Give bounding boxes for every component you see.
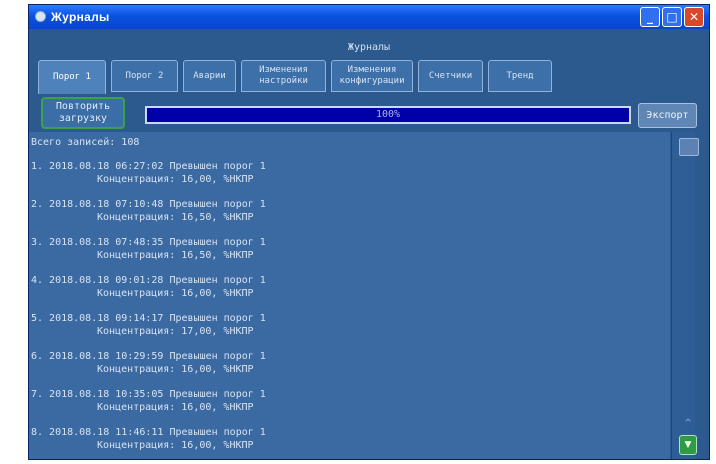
tab-label: Тренд — [506, 70, 534, 81]
entry-detail: Концентрация: 16,00, %НКПР — [97, 440, 254, 451]
tab-label: Изменения настройки — [259, 65, 308, 86]
progress-text: 100% — [375, 109, 401, 120]
entry-detail: Концентрация: 16,00, %НКПР — [97, 288, 254, 299]
entry-header: 7. 2018.08.18 10:35:05 Превышен порог 1 — [31, 389, 266, 400]
entry-detail: Концентрация: 16,00, %НКПР — [97, 364, 254, 375]
entry-header: 1. 2018.08.18 06:27:02 Превышен порог 1 — [31, 161, 266, 172]
app-icon — [35, 11, 46, 22]
entry-detail: Концентрация: 16,50, %НКПР — [97, 212, 254, 223]
list-item: 2. 2018.08.18 07:10:48 Превышен порог 1 … — [31, 198, 266, 224]
entry-header: 4. 2018.08.18 09:01:28 Превышен порог 1 — [31, 275, 266, 286]
entry-detail: Концентрация: 16,00, %НКПР — [97, 174, 254, 185]
maximize-icon: □ — [666, 10, 678, 24]
page-title: Журналы — [347, 42, 391, 53]
export-button[interactable]: Экспорт — [638, 103, 697, 128]
entry-header: 6. 2018.08.18 10:29:59 Превышен порог 1 — [31, 351, 266, 362]
tab-threshold-1[interactable]: Порог 1 — [38, 60, 106, 94]
scroll-down-button[interactable]: ▼ — [679, 435, 697, 455]
minimize-icon: _ — [647, 10, 653, 24]
journals-window: Журналы _ □ ✕ Журналы Порог 1 Порог 2 Ав… — [28, 4, 710, 460]
window-title: Журналы — [51, 10, 110, 24]
list-item: 6. 2018.08.18 10:29:59 Превышен порог 1 … — [31, 350, 266, 376]
scroll-arrow-icon[interactable]: ^ — [679, 417, 697, 431]
scroll-up-button[interactable] — [679, 138, 699, 156]
tab-label: Изменения конфигурации — [339, 65, 405, 86]
tab-alarms[interactable]: Аварии — [183, 60, 236, 92]
tab-label: Счетчики — [428, 70, 473, 81]
scroll-down-icon: ▼ — [684, 440, 692, 450]
list-item: 3. 2018.08.18 07:48:35 Превышен порог 1 … — [31, 236, 266, 262]
tab-label: Порог 2 — [125, 70, 164, 81]
title-bar[interactable]: Журналы _ □ ✕ — [29, 5, 709, 29]
list-item: 1. 2018.08.18 06:27:02 Превышен порог 1 … — [31, 160, 266, 186]
tab-label: Порог 1 — [53, 71, 91, 82]
entry-detail: Концентрация: 17,00, %НКПР — [97, 326, 254, 337]
tab-counters[interactable]: Счетчики — [418, 60, 483, 92]
log-list[interactable]: Всего записей: 108 1. 2018.08.18 06:27:0… — [29, 132, 670, 459]
scrollbar-track[interactable] — [671, 132, 695, 459]
close-button[interactable]: ✕ — [684, 7, 704, 27]
entry-header: 3. 2018.08.18 07:48:35 Превышен порог 1 — [31, 237, 266, 248]
entry-detail: Концентрация: 16,00, %НКПР — [97, 402, 254, 413]
list-item: 4. 2018.08.18 09:01:28 Превышен порог 1 … — [31, 274, 266, 300]
tab-settings-changes[interactable]: Изменения настройки — [241, 60, 326, 92]
repeat-download-button[interactable]: Повторить загрузку — [41, 97, 125, 129]
tab-threshold-2[interactable]: Порог 2 — [111, 60, 178, 92]
entry-header: 8. 2018.08.18 11:46:11 Превышен порог 1 — [31, 427, 266, 438]
entry-header: 5. 2018.08.18 09:14:17 Превышен порог 1 — [31, 313, 266, 324]
list-item: 5. 2018.08.18 09:14:17 Превышен порог 1 … — [31, 312, 266, 338]
list-item: 8. 2018.08.18 11:46:11 Превышен порог 1 … — [31, 426, 266, 452]
entry-detail: Концентрация: 16,50, %НКПР — [97, 250, 254, 261]
list-item: 7. 2018.08.18 10:35:05 Превышен порог 1 … — [31, 388, 266, 414]
download-progress-bar: 100% — [145, 106, 631, 124]
minimize-button[interactable]: _ — [640, 7, 660, 27]
record-count: Всего записей: 108 — [31, 137, 140, 148]
tab-label: Аварии — [193, 70, 226, 81]
maximize-button[interactable]: □ — [662, 7, 682, 27]
entry-header: 2. 2018.08.18 07:10:48 Превышен порог 1 — [31, 199, 266, 210]
tab-trend[interactable]: Тренд — [488, 60, 552, 92]
tab-config-changes[interactable]: Изменения конфигурации — [331, 60, 413, 92]
close-icon: ✕ — [688, 10, 700, 24]
